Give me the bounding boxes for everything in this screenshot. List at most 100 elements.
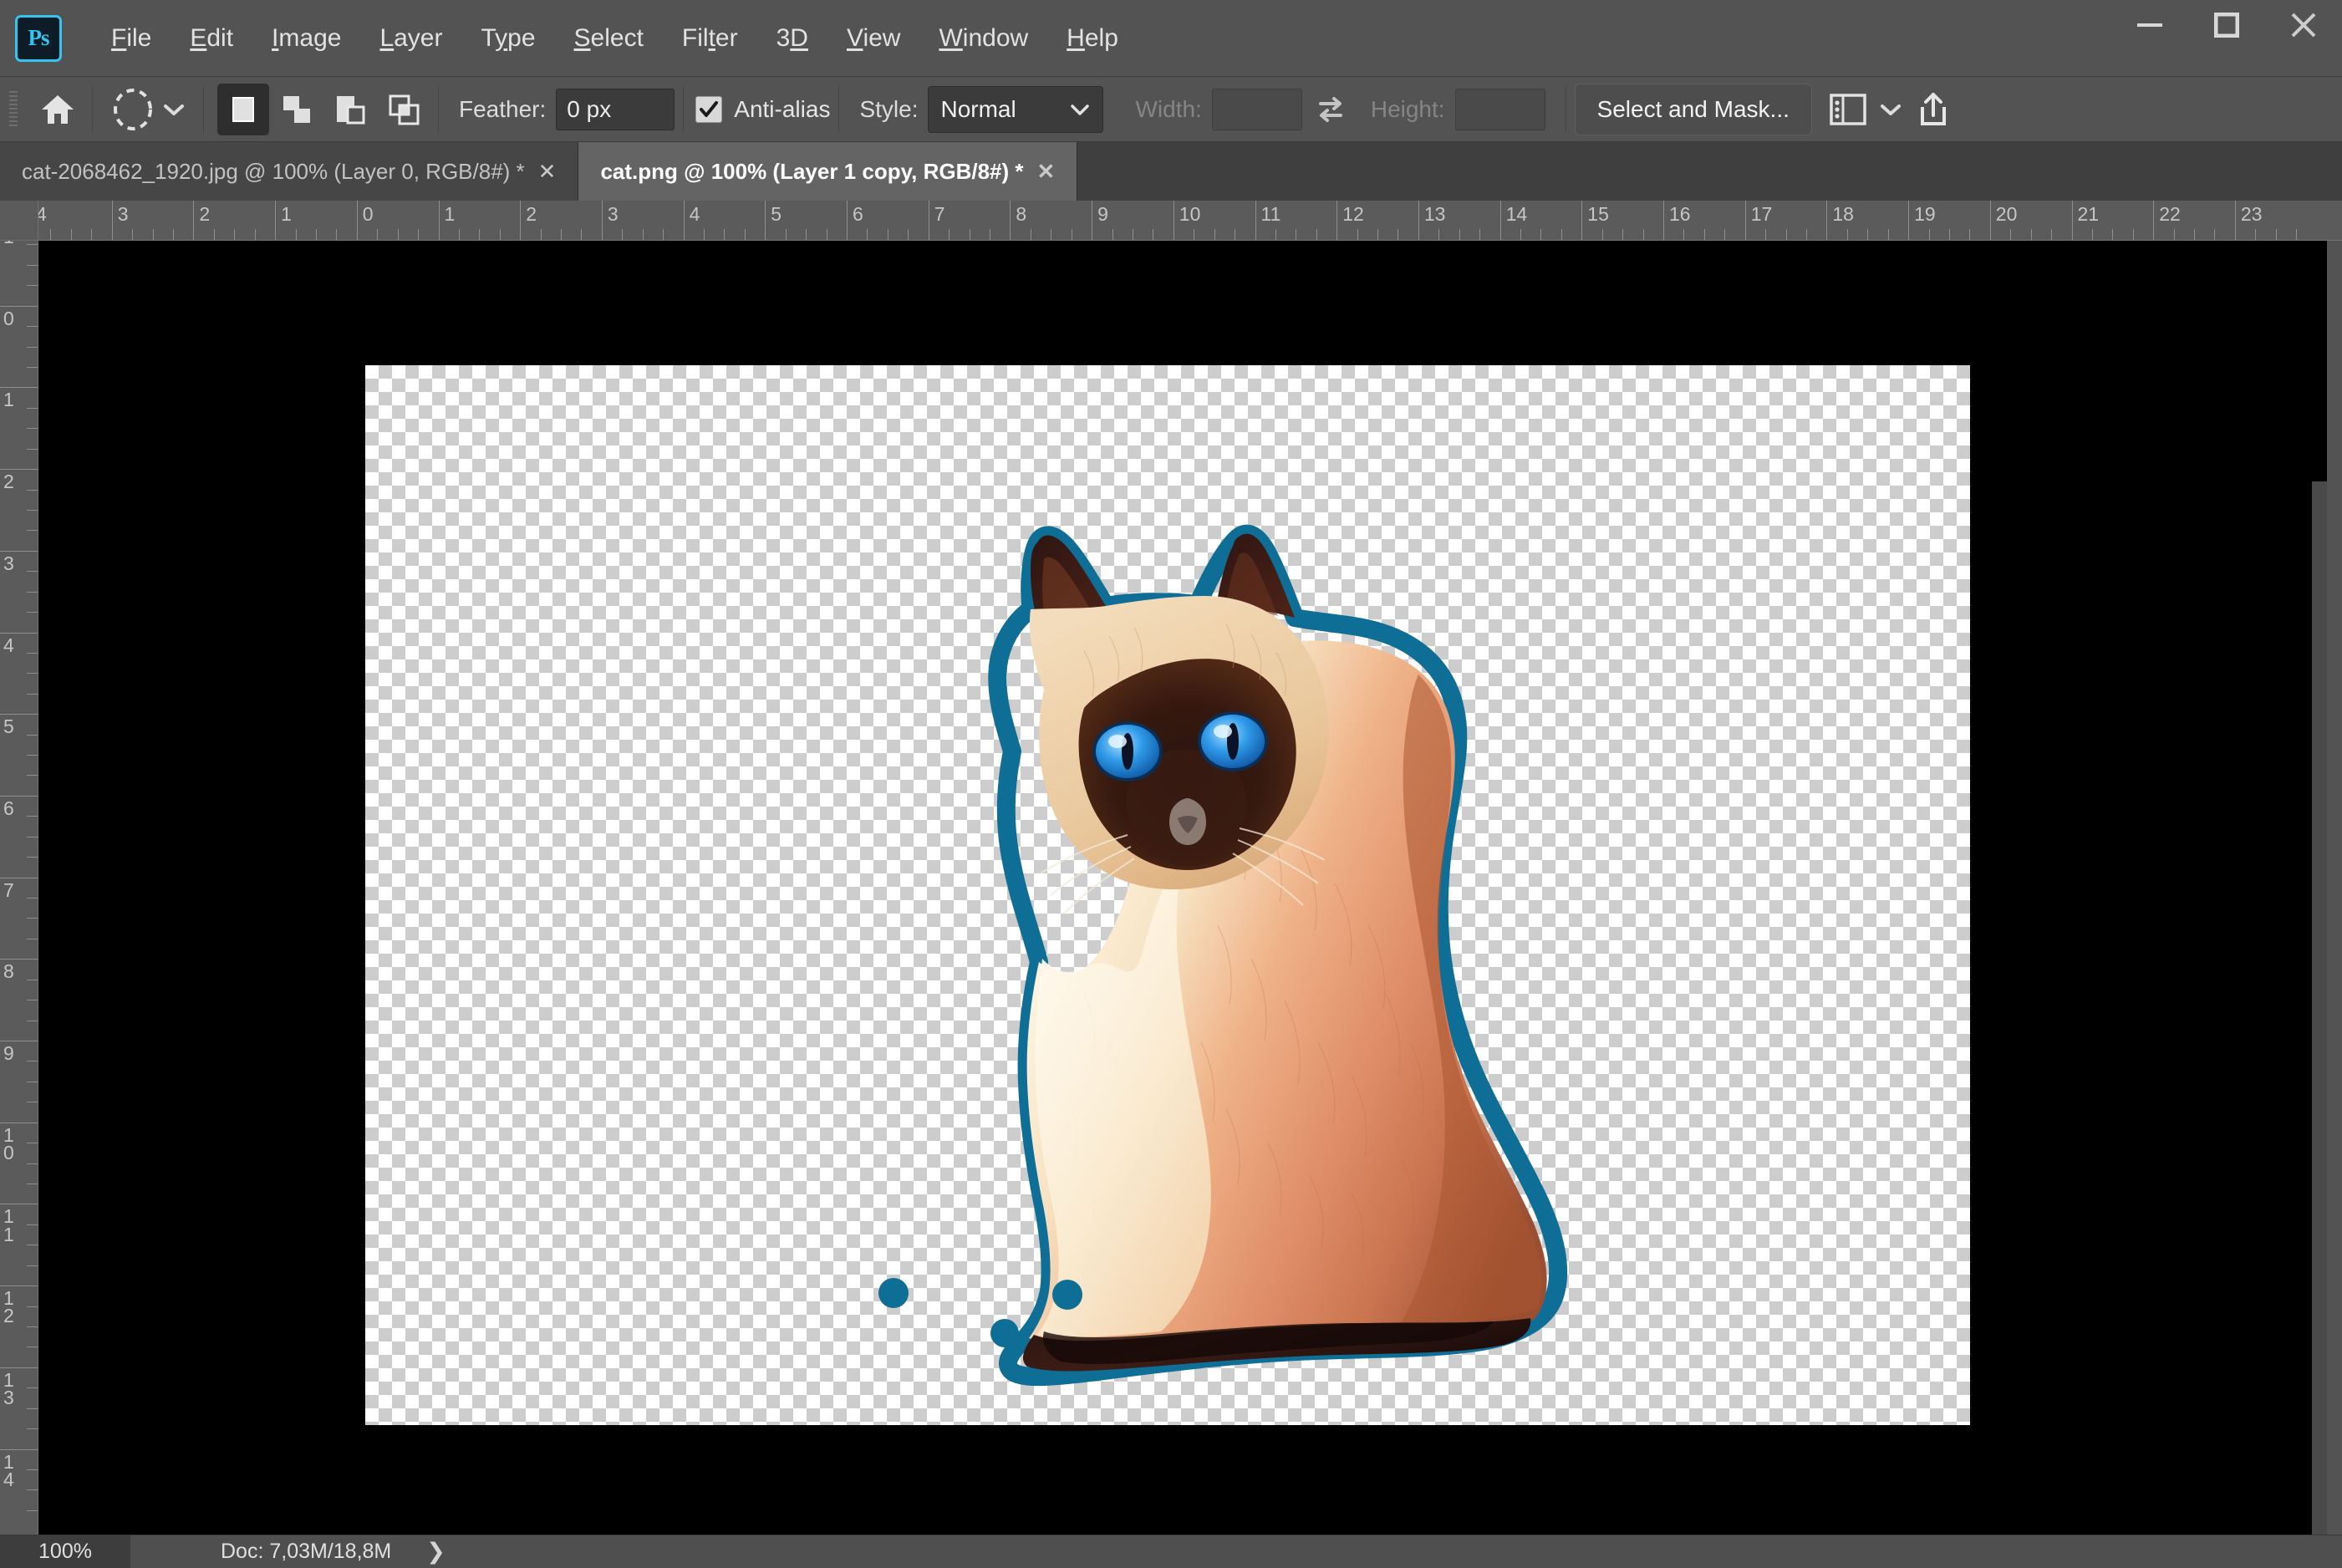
menu-type[interactable]: Type xyxy=(461,19,554,58)
menu-filter[interactable]: Filter xyxy=(663,19,757,58)
ruler-tick-minor xyxy=(1560,229,1562,240)
menu-help[interactable]: Help xyxy=(1047,19,1138,58)
ruler-tick-minor xyxy=(1642,229,1644,240)
close-button[interactable] xyxy=(2265,0,2342,50)
ruler-tick xyxy=(1418,201,1419,240)
select-and-mask-button[interactable]: Select and Mask... xyxy=(1574,83,1812,135)
share-button[interactable] xyxy=(1909,85,1958,134)
antialias-checkbox-wrap[interactable]: Anti-alias xyxy=(695,95,830,123)
artboard[interactable] xyxy=(365,365,1970,1425)
options-bar-grip[interactable] xyxy=(7,90,20,128)
menu-3d[interactable]: 3D xyxy=(757,19,827,58)
menu-image[interactable]: Image xyxy=(252,19,360,58)
ruler-tick xyxy=(683,201,685,240)
ruler-label: 3 xyxy=(607,203,619,225)
subtract-from-selection-button[interactable] xyxy=(324,84,376,135)
share-export-icon xyxy=(1920,92,1946,125)
workspace-chevron-button[interactable] xyxy=(1872,85,1909,134)
ruler-tick xyxy=(0,1285,38,1287)
tool-preset-picker[interactable] xyxy=(101,84,195,135)
options-separator-1 xyxy=(92,85,93,133)
ruler-label: 3 xyxy=(117,203,129,225)
ruler-tick-minor xyxy=(315,229,317,240)
menu-file[interactable]: File xyxy=(92,19,171,58)
feather-input[interactable]: 0 px xyxy=(556,88,675,130)
ruler-tick-minor xyxy=(2275,229,2277,240)
ruler-tick-minor xyxy=(1459,229,1460,240)
menu-select[interactable]: Select xyxy=(555,19,663,58)
style-select-value: Normal xyxy=(940,95,1016,122)
ruler-tick xyxy=(847,201,848,240)
ruler-tick-minor xyxy=(642,229,644,240)
tab-bar-filler xyxy=(1077,142,2342,201)
menu-layer[interactable]: Layer xyxy=(360,19,461,58)
menu-items: File Edit Image Layer Type Select Filter… xyxy=(92,19,1138,58)
ruler-tick-minor xyxy=(152,229,154,240)
menu-edit[interactable]: Edit xyxy=(171,19,252,58)
ruler-tick-minor xyxy=(27,755,38,756)
close-icon[interactable]: ✕ xyxy=(1037,160,1056,182)
document-tab-1[interactable]: cat.png @ 100% (Layer 1 copy, RGB/8#) * … xyxy=(578,142,1078,201)
ruler-tick-minor xyxy=(254,229,256,240)
document-size-info: Doc: 7,03M/18,8M xyxy=(221,1540,392,1563)
style-select[interactable]: Normal xyxy=(928,85,1104,133)
horizontal-ruler[interactable]: 4321012345678910111213141516171819202122… xyxy=(38,201,2342,241)
status-bar: 100% Doc: 7,03M/18,8M ❯ xyxy=(0,1535,2342,1568)
ruler-tick xyxy=(1336,201,1338,240)
ruler-label: 18 xyxy=(1832,203,1854,225)
ruler-tick-minor xyxy=(1846,229,1848,240)
antialias-checkbox[interactable] xyxy=(695,95,723,123)
canvas-area[interactable] xyxy=(38,241,2327,1535)
ruler-tick-minor xyxy=(1683,229,1685,240)
ruler-tick-minor xyxy=(27,509,38,511)
height-input[interactable] xyxy=(1454,88,1545,130)
vertical-scrollbar[interactable] xyxy=(2312,481,2327,1535)
ruler-tick-minor xyxy=(27,448,38,450)
swap-dimensions-button[interactable] xyxy=(1307,86,1354,133)
ruler-tick xyxy=(111,201,113,240)
cat-right-eye xyxy=(1198,711,1268,771)
home-button[interactable] xyxy=(32,84,84,135)
ruler-tick-minor xyxy=(27,816,38,817)
ruler-tick-minor xyxy=(27,673,38,675)
document-tab-0[interactable]: cat-2068462_1920.jpg @ 100% (Layer 0, RG… xyxy=(0,142,579,201)
zoom-level-field[interactable]: 100% xyxy=(0,1535,130,1568)
ruler-tick-minor xyxy=(2051,229,2053,240)
width-input[interactable] xyxy=(1211,88,1302,130)
ruler-tick xyxy=(0,1367,38,1368)
ruler-label: 5 xyxy=(771,203,782,225)
vertical-ruler[interactable]: 101234567891011121314 xyxy=(0,241,38,1535)
ruler-tick xyxy=(0,550,38,552)
elliptical-marquee-icon xyxy=(114,88,152,130)
ruler-tick-minor xyxy=(1112,229,1113,240)
ruler-tick xyxy=(2071,201,2073,240)
ruler-tick-minor xyxy=(1316,229,1317,240)
ruler-tick-minor xyxy=(2255,229,2257,240)
ruler-label: 3 xyxy=(3,552,14,574)
ruler-tick-minor xyxy=(1805,229,1807,240)
ruler-tick-minor xyxy=(1785,229,1787,240)
minimize-button[interactable] xyxy=(2111,0,2188,50)
ruler-tick-minor xyxy=(377,229,379,240)
new-selection-button[interactable] xyxy=(217,83,269,135)
intersect-with-selection-button[interactable] xyxy=(378,84,430,135)
menu-view[interactable]: View xyxy=(827,19,919,58)
maximize-button[interactable] xyxy=(2188,0,2265,50)
ruler-corner[interactable] xyxy=(0,201,38,241)
ruler-tick-minor xyxy=(622,229,624,240)
ruler-tick-minor xyxy=(1438,229,1440,240)
ruler-tick xyxy=(193,201,195,240)
ruler-tick-minor xyxy=(27,591,38,593)
close-icon[interactable]: ✕ xyxy=(538,160,557,182)
menu-window[interactable]: Window xyxy=(919,19,1047,58)
ruler-tick-minor xyxy=(1928,229,1930,240)
status-expand-arrow[interactable]: ❯ xyxy=(426,1539,445,1565)
ruler-tick-minor xyxy=(27,1428,38,1430)
add-to-selection-button[interactable] xyxy=(271,84,323,135)
ruler-tick-minor xyxy=(50,229,52,240)
ruler-label: 14 xyxy=(3,1450,14,1490)
ruler-tick xyxy=(2153,201,2155,240)
ruler-tick-minor xyxy=(1520,229,1522,240)
workspace-switcher-button[interactable] xyxy=(1824,85,1872,134)
ruler-tick-minor xyxy=(418,229,420,240)
